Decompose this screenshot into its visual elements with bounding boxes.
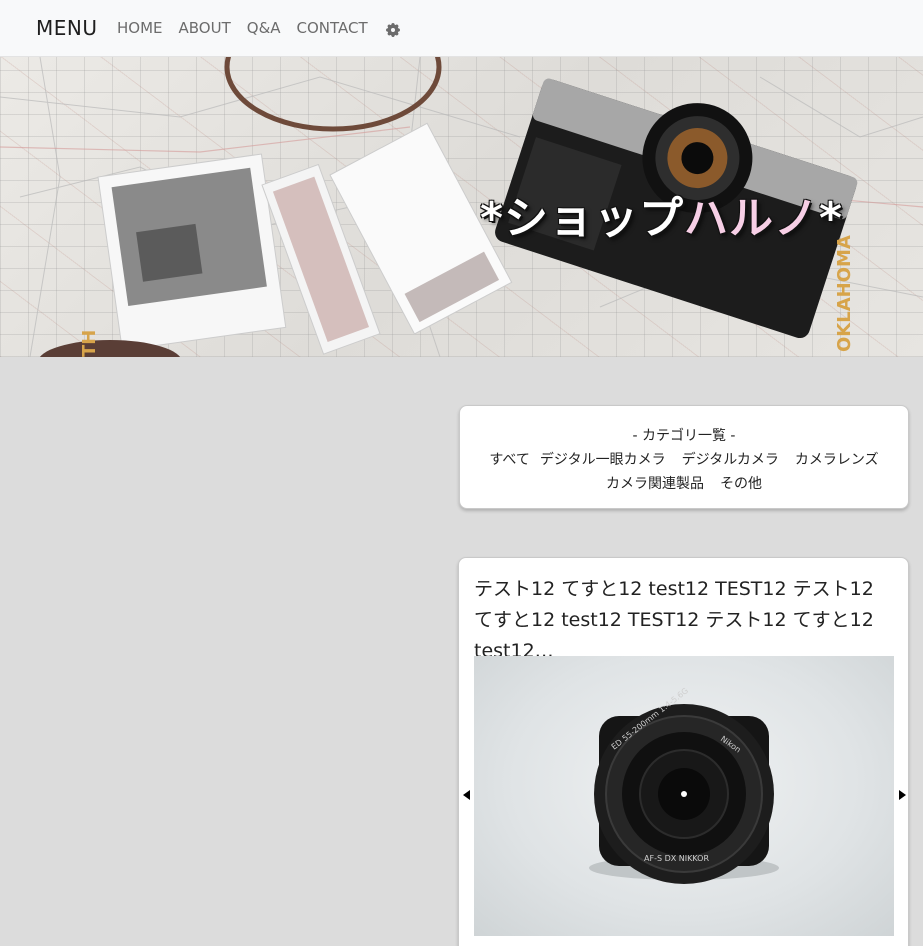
hero-banner: OKLAHOMA TH *ショップハルノ* <box>0 57 923 357</box>
camera-lens-photo: ED 55-200mm 1:4-5.6G Nikon AF-S DX NIKKO… <box>589 686 779 884</box>
gear-icon[interactable] <box>385 22 400 37</box>
category-link-accessories[interactable]: カメラ関連製品 <box>606 476 704 492</box>
nav-home-link[interactable]: HOME <box>117 19 163 37</box>
product-image[interactable]: ED 55-200mm 1:4-5.6G Nikon AF-S DX NIKKO… <box>474 656 894 936</box>
category-link-dslr[interactable]: デジタル一眼カメラ <box>540 452 666 468</box>
category-link-all[interactable]: すべて <box>489 452 529 468</box>
product-title[interactable]: テスト12 てすと12 test12 TEST12 テスト12 てすと12 te… <box>474 574 894 667</box>
navbar: MENU HOME ABOUT Q&A CONTACT <box>0 0 923 57</box>
category-link-other[interactable]: その他 <box>720 476 762 492</box>
category-title: - カテゴリ一覧 - <box>632 428 736 444</box>
nav-qa-link[interactable]: Q&A <box>247 19 281 37</box>
menu-brand[interactable]: MENU <box>36 16 98 40</box>
nav-contact-link[interactable]: CONTACT <box>297 19 368 37</box>
svg-text:AF-S DX NIKKOR: AF-S DX NIKKOR <box>644 854 709 863</box>
svg-text:TH: TH <box>79 330 100 357</box>
arrow-right-icon[interactable] <box>899 790 906 800</box>
shop-title: *ショップハルノ* <box>480 182 843 246</box>
product-card[interactable]: テスト12 てすと12 test12 TEST12 テスト12 てすと12 te… <box>458 557 909 946</box>
nav-links: HOME ABOUT Q&A CONTACT <box>117 19 400 37</box>
shop-title-end: * <box>819 193 844 244</box>
category-link-digital-camera[interactable]: デジタルカメラ <box>682 452 779 468</box>
svg-text:OKLAHOMA: OKLAHOMA <box>834 235 855 352</box>
shop-title-main: *ショップ <box>480 193 685 244</box>
category-row-1: すべて デジタル一眼カメラ デジタルカメラ カメラレンズ <box>460 449 908 469</box>
category-box: - カテゴリ一覧 - すべて デジタル一眼カメラ デジタルカメラ カメラレンズ カメラ… <box>459 405 909 509</box>
nav-about-link[interactable]: ABOUT <box>179 19 231 37</box>
category-link-lens[interactable]: カメラレンズ <box>795 452 879 468</box>
category-row-2: カメラ関連製品 その他 <box>460 473 908 493</box>
shop-title-accent: ハルノ <box>684 193 820 244</box>
arrow-left-icon[interactable] <box>463 790 470 800</box>
